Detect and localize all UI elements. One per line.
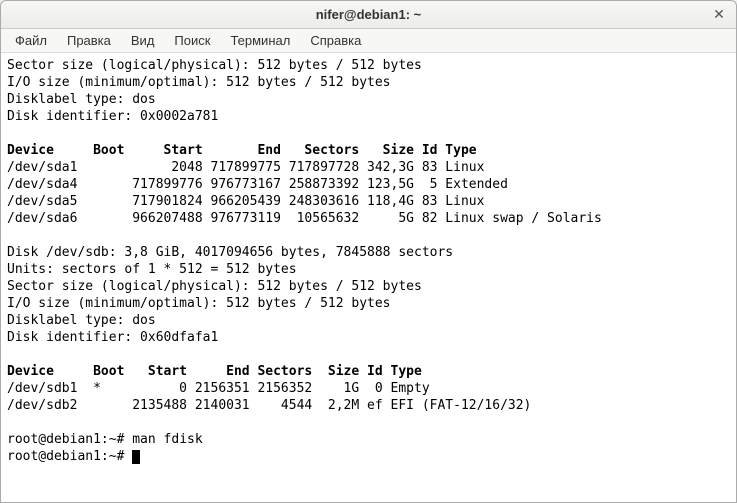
out-line: Disk /dev/sdb: 3,8 GiB, 4017094656 bytes…	[7, 245, 453, 260]
out-line: Disk identifier: 0x60dfafa1	[7, 330, 218, 345]
menu-edit[interactable]: Правка	[59, 31, 119, 50]
out-line: I/O size (minimum/optimal): 512 bytes / …	[7, 296, 391, 311]
table-header: Device Boot Start End Sectors Size Id Ty…	[7, 143, 477, 158]
prompt: root@debian1:~#	[7, 449, 132, 464]
command: man fdisk	[132, 432, 202, 447]
terminal-window: nifer@debian1: ~ ✕ Файл Правка Вид Поиск…	[0, 0, 737, 503]
window-title: nifer@debian1: ~	[316, 7, 422, 22]
menu-view[interactable]: Вид	[123, 31, 163, 50]
prompt: root@debian1:~#	[7, 432, 132, 447]
out-line: Disk identifier: 0x0002a781	[7, 109, 218, 124]
out-line: Units: sectors of 1 * 512 = 512 bytes	[7, 262, 297, 277]
out-line: Sector size (logical/physical): 512 byte…	[7, 58, 422, 73]
menu-search[interactable]: Поиск	[166, 31, 218, 50]
table-row: /dev/sdb2 2135488 2140031 4544 2,2M ef E…	[7, 398, 531, 413]
out-line: Disklabel type: dos	[7, 313, 156, 328]
menu-file[interactable]: Файл	[7, 31, 55, 50]
out-line: Sector size (logical/physical): 512 byte…	[7, 279, 422, 294]
cursor-icon	[132, 450, 140, 464]
titlebar: nifer@debian1: ~ ✕	[1, 1, 736, 29]
out-line: Disklabel type: dos	[7, 92, 156, 107]
menu-help[interactable]: Справка	[302, 31, 369, 50]
menubar: Файл Правка Вид Поиск Терминал Справка	[1, 29, 736, 53]
table-row: /dev/sda6 966207488 976773119 10565632 5…	[7, 211, 602, 226]
out-line: I/O size (minimum/optimal): 512 bytes / …	[7, 75, 391, 90]
table-row: /dev/sda5 717901824 966205439 248303616 …	[7, 194, 484, 209]
close-icon[interactable]: ✕	[710, 5, 728, 23]
table-row: /dev/sda4 717899776 976773167 258873392 …	[7, 177, 508, 192]
menu-terminal[interactable]: Терминал	[222, 31, 298, 50]
table-row: /dev/sda1 2048 717899775 717897728 342,3…	[7, 160, 484, 175]
terminal-output[interactable]: Sector size (logical/physical): 512 byte…	[1, 53, 736, 502]
table-row: /dev/sdb1 * 0 2156351 2156352 1G 0 Empty	[7, 381, 430, 396]
table-header: Device Boot Start End Sectors Size Id Ty…	[7, 364, 422, 379]
